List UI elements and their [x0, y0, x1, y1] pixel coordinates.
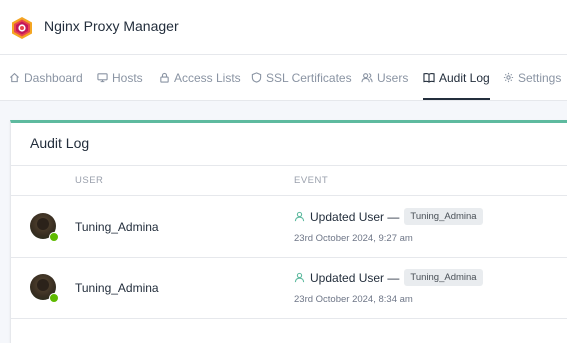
divider	[11, 165, 567, 166]
event-description: Updated User — Tuning_Admina	[294, 269, 483, 286]
tab-users[interactable]: Users	[361, 55, 408, 100]
home-icon	[9, 72, 20, 83]
online-status-dot	[49, 232, 59, 242]
event-timestamp: 23rd October 2024, 9:27 am	[294, 233, 413, 244]
tab-label: SSL Certificates	[266, 70, 352, 85]
event-tag: Tuning_Admina	[404, 269, 483, 286]
tab-label: Settings	[518, 70, 562, 85]
table-row[interactable]: Tuning_Admina Updated User — Tuning_Admi…	[11, 196, 567, 258]
user-name: Tuning_Admina	[75, 281, 159, 295]
user-name: Tuning_Admina	[75, 220, 159, 234]
app-title: Nginx Proxy Manager	[44, 18, 179, 34]
tab-access-lists[interactable]: Access Lists	[159, 55, 241, 100]
monitor-icon	[97, 73, 108, 83]
event-text: Updated User —	[310, 209, 400, 224]
tab-ssl-certificates[interactable]: SSL Certificates	[251, 55, 352, 100]
event-tag: Tuning_Admina	[404, 208, 483, 225]
card-title: Audit Log	[30, 135, 90, 151]
book-icon	[423, 72, 435, 83]
tab-label: Users	[377, 70, 409, 85]
event-description: Updated User — Tuning_Admina	[294, 208, 483, 225]
event-timestamp: 23rd October 2024, 8:34 am	[294, 294, 413, 305]
nginx-proxy-manager-logo[interactable]	[11, 16, 33, 40]
user-icon	[294, 211, 305, 222]
users-icon	[361, 73, 373, 83]
tab-settings[interactable]: Settings	[503, 55, 561, 100]
shield-icon	[251, 72, 262, 83]
column-header-event: EVENT	[294, 175, 329, 186]
event-text: Updated User —	[310, 270, 400, 285]
tab-label: Access Lists	[174, 70, 241, 85]
audit-log-card: Audit Log USER EVENT Tuning_Admina Updat…	[10, 120, 567, 343]
tab-dashboard[interactable]: Dashboard	[9, 55, 83, 100]
lock-icon	[160, 72, 169, 83]
tab-label: Hosts	[112, 70, 143, 85]
app-header: Nginx Proxy Manager	[0, 0, 567, 55]
tab-label: Audit Log	[439, 70, 490, 85]
main-nav: Dashboard Hosts Access Lists SSL Certifi…	[0, 55, 567, 101]
gear-icon	[503, 72, 514, 83]
tab-audit-log[interactable]: Audit Log	[423, 55, 490, 100]
user-icon	[294, 272, 305, 283]
tab-hosts[interactable]: Hosts	[97, 55, 143, 100]
tab-label: Dashboard	[24, 70, 83, 85]
online-status-dot	[49, 293, 59, 303]
column-header-user: USER	[75, 175, 104, 186]
table-row[interactable]: Tuning_Admina Updated User — Tuning_Admi…	[11, 257, 567, 319]
